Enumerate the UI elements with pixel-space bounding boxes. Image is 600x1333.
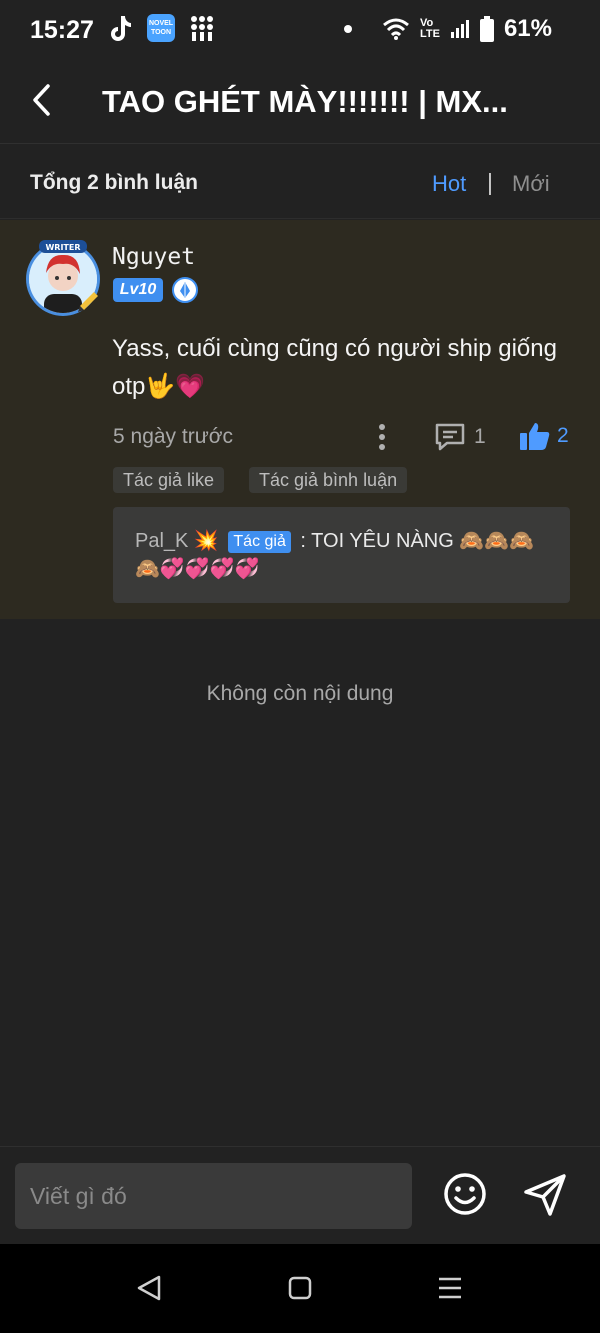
reply-author[interactable]: Pal_K 💥 [135, 530, 219, 552]
like-count: 2 [557, 424, 569, 447]
notification-dot-icon [343, 25, 352, 33]
author-liked-tag: Tác giả like [113, 467, 225, 493]
comment-username[interactable]: Nguyet [112, 244, 195, 270]
reply-preview[interactable]: Pal_K 💥 Tác giả : TOI YÊU NÀNG 🙈🙈🙈🙈💞💞💞💞 [113, 507, 570, 603]
emoji-icon[interactable] [443, 1172, 487, 1216]
tiktok-icon [111, 16, 131, 41]
back-arrow-icon[interactable] [24, 80, 64, 120]
comment-total-count: Tổng 2 bình luận [30, 171, 198, 194]
page-title: TAO GHÉT MÀY!!!!!!! | MX... [102, 84, 508, 119]
reply-count: 1 [474, 425, 486, 448]
status-right-group: Vo LTE 61% [342, 15, 552, 43]
level-badge: Lv10 [113, 278, 163, 302]
end-of-content-message: Không còn nội dung [206, 682, 394, 705]
comment-input-bar [0, 1146, 600, 1244]
status-bar: 15:27 NOVEL TOON Vo LTE 61% [0, 0, 600, 62]
sort-bar: Tổng 2 bình luận Hot | Mới [0, 145, 600, 219]
comment-input[interactable] [15, 1163, 412, 1229]
sort-new-tab[interactable]: Mới [512, 171, 550, 197]
battery-icon [479, 16, 494, 42]
sort-hot-tab[interactable]: Hot [432, 171, 466, 197]
grid-app-icon [191, 16, 213, 41]
like-button[interactable]: 2 [519, 419, 569, 453]
comment-bubble-icon [435, 423, 465, 451]
author-badge: Tác giả [228, 530, 291, 553]
system-nav-bar [0, 1244, 600, 1333]
author-commented-tag: Tác giả bình luận [249, 467, 408, 493]
comment-card: WRITER Nguyet Lv10 Yass, cuối cùng cũng … [0, 220, 600, 619]
more-options-icon[interactable] [372, 421, 392, 453]
nav-back-icon[interactable] [135, 1274, 163, 1302]
signal-icon [450, 20, 469, 38]
comment-timestamp: 5 ngày trước [113, 425, 234, 448]
avatar[interactable]: WRITER [24, 240, 102, 318]
battery-percent: 61% [503, 15, 552, 42]
status-time: 15:27 [30, 16, 94, 44]
novel-toon-icon: NOVEL TOON [147, 14, 175, 42]
wifi-icon [382, 18, 409, 40]
thumbs-up-icon [520, 423, 550, 450]
verified-shield-icon [172, 277, 198, 303]
reply-button[interactable]: 1 [434, 421, 486, 453]
nav-home-icon[interactable] [287, 1275, 313, 1301]
send-icon[interactable] [522, 1172, 568, 1218]
sort-separator: | [487, 169, 493, 195]
network-type-label: Vo LTE [419, 17, 440, 40]
header: TAO GHÉT MÀY!!!!!!! | MX... [0, 62, 600, 144]
nav-recents-icon[interactable] [437, 1274, 463, 1302]
status-app-icons: NOVEL TOON [107, 14, 215, 42]
comment-text: Yass, cuối cùng cũng có người ship giống… [112, 335, 557, 400]
avatar-badge-text: WRITER [45, 243, 80, 252]
